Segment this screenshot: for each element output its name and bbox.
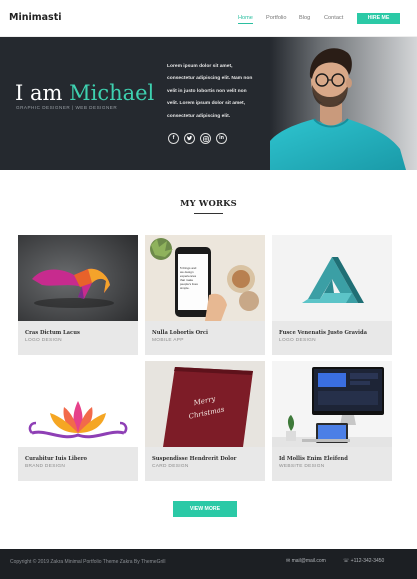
hero-text-line: consectetur adipiscing elit. [167, 113, 231, 119]
section-title-my-works: MY WORKS [180, 198, 237, 208]
work-card-title: Cras Dictum Lacus [25, 330, 80, 336]
hero-description: Lorem ipsum dolor sit amet, consectetur … [167, 61, 273, 123]
brand-logo[interactable]: Minimasti [9, 12, 62, 23]
footer: Copyright © 2019 Zakra Minimal Portfolio… [0, 549, 417, 579]
work-card-5[interactable]: Merry Christmas Suspendisse Hendrerit Do… [145, 361, 265, 481]
phone-icon: ☏ [343, 558, 350, 564]
footer-email[interactable]: ✉ mail@mail.com [286, 558, 326, 564]
footer-phone[interactable]: ☏ +112-342-3450 [343, 558, 384, 564]
work-card-image: Merry Christmas [145, 361, 265, 447]
hero-greeting: I am [15, 81, 63, 105]
work-card-image [18, 361, 138, 447]
work-card-image [272, 361, 392, 447]
hero-banner: I am Michael GRAPHIC DESIGNER | WEB DESI… [0, 37, 417, 170]
work-card-2[interactable]: 5 things and we design experiences that … [145, 235, 265, 355]
work-card-category: LOGO DESIGN [25, 338, 62, 343]
hero-text-line: velit. Lorem ipsum dolor sit amet, [167, 101, 245, 107]
work-card-title: Id Mollis Enim Eleifend [279, 456, 348, 462]
work-card-image: 5 things and we design experiences that … [145, 235, 265, 321]
footer-email-text: mail@mail.com [291, 558, 326, 564]
work-card-category: LOGO DESIGN [279, 338, 316, 343]
navbar: Minimasti Home Portfolio Blog Contact HI… [0, 0, 417, 37]
footer-copyright: Copyright © 2019 Zakra Minimal Portfolio… [10, 559, 166, 565]
work-card-title: Fusce Venenatis Justo Gravida [279, 330, 368, 336]
linkedin-icon[interactable]: in [216, 133, 227, 144]
instagram-icon[interactable] [200, 133, 211, 144]
view-more-button[interactable]: VIEW MORE [173, 501, 237, 517]
work-card-6[interactable]: Id Mollis Enim Eleifend WEBSITE DESIGN [272, 361, 392, 481]
work-card-title: Curabitur Iuis Libero [25, 456, 87, 462]
facebook-icon[interactable]: f [168, 133, 179, 144]
hero-name: Michael [69, 81, 155, 105]
work-card-4[interactable]: Curabitur Iuis Libero BRAND DESIGN [18, 361, 138, 481]
hero-text-line: consectetur adipiscing elit. Nam non [167, 76, 253, 82]
work-card-3[interactable]: Fusce Venenatis Justo Gravida LOGO DESIG… [272, 235, 392, 355]
hire-me-button[interactable]: HIRE ME [357, 13, 400, 24]
work-card-image [18, 235, 138, 321]
work-card-category: BRAND DESIGN [25, 464, 66, 469]
footer-phone-text: +112-342-3450 [350, 558, 385, 564]
hero-text-line: velit in justo lobortis non velit non [167, 88, 247, 94]
hero-title: I am Michael [15, 81, 154, 105]
work-card-image [272, 235, 392, 321]
hero-text-line: Lorem ipsum dolor sit amet, [167, 64, 233, 69]
work-card-category: WEBSITE DESIGN [279, 464, 325, 469]
work-card-title: Suspendisse Hendrerit Dolor [152, 456, 237, 462]
hero-subtitle: GRAPHIC DESIGNER | WEB DESIGNER [16, 105, 118, 110]
nav-link-blog[interactable]: Blog [299, 15, 310, 21]
section-divider [194, 213, 223, 214]
work-card-category: CARD DESIGN [152, 464, 189, 469]
twitter-icon[interactable] [184, 133, 195, 144]
nav-link-contact[interactable]: Contact [324, 15, 343, 21]
mail-icon: ✉ [286, 558, 291, 564]
work-card-1[interactable]: Cras Dictum Lacus LOGO DESIGN [18, 235, 138, 355]
work-card-category: MOBILE APP [152, 338, 184, 343]
nav-link-portfolio[interactable]: Portfolio [266, 15, 287, 21]
nav-link-home[interactable]: Home [238, 15, 253, 24]
work-card-title: Nulla Lobortis Orci [152, 330, 209, 336]
hero-portrait-photo [270, 37, 417, 170]
